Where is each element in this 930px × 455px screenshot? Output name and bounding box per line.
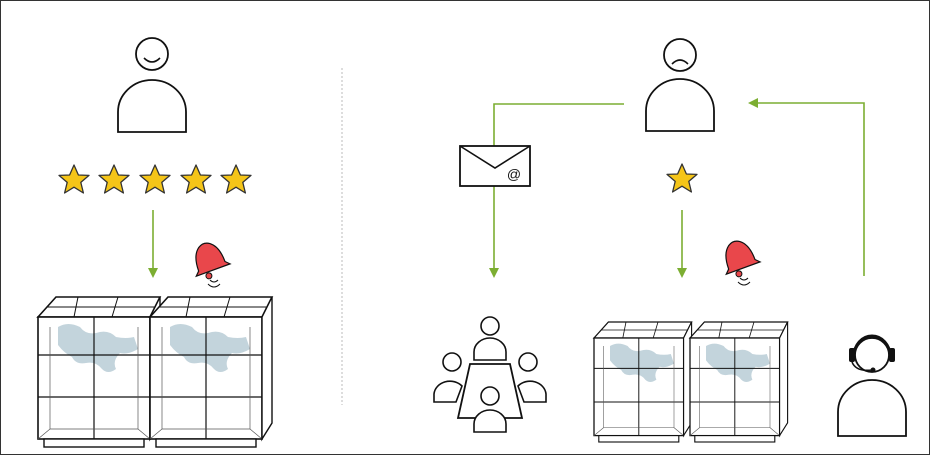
bell-icon [186,236,231,288]
happy-person-icon [117,37,187,133]
customer-feedback-diagram: @ [37,37,907,448]
display-case-icon [593,321,789,443]
sad-person-icon [645,38,715,132]
five-star-rating [58,164,252,194]
star-icon [139,164,171,194]
support-return-arrow [748,98,865,276]
star-icon [58,164,90,194]
arrow-down-icon [148,210,158,278]
display-case-icon [37,296,273,448]
email-at-symbol: @ [507,166,521,182]
star-icon [666,163,698,193]
arrow-down-icon [677,210,687,278]
support-agent-icon [837,334,907,437]
envelope-icon: @ [459,145,531,187]
email-escalation-arrow [489,103,624,278]
meeting-table-icon [433,316,547,433]
bell-icon [716,234,761,286]
star-icon [98,164,130,194]
star-icon [220,164,252,194]
star-icon [180,164,212,194]
